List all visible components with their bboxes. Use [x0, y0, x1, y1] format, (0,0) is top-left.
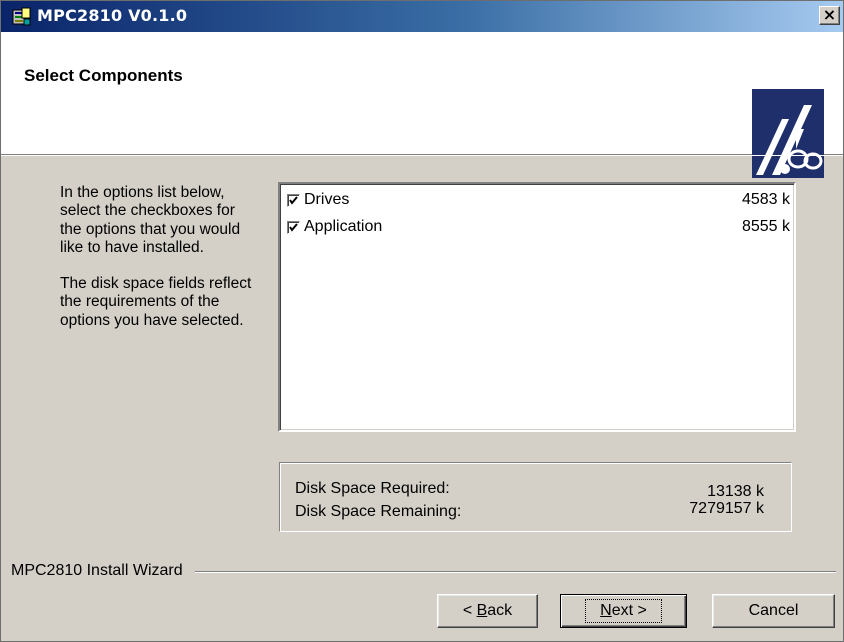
page-title: Select Components [24, 66, 183, 85]
next-button[interactable]: Next > [560, 594, 687, 628]
application-checkbox[interactable] [287, 221, 300, 234]
disk-space-required-value: 13138 k [707, 483, 764, 500]
window-title: MPC2810 V0.1.0 [37, 6, 188, 25]
components-list[interactable]: Drives 4583 k Application 8555 k [278, 182, 796, 432]
instructions: In the options list below, select the ch… [60, 184, 260, 348]
disk-space-panel: Disk Space Required: 13138 k Disk Space … [279, 462, 792, 532]
disk-space-remaining-value: 7279157 k [689, 500, 764, 517]
installer-window: MPC2810 V0.1.0 × Select Components In th… [0, 0, 844, 642]
instructions-paragraph: In the options list below, select the ch… [60, 184, 241, 256]
disk-space-required-label: Disk Space Required: [295, 480, 450, 497]
wizard-brand-label: MPC2810 Install Wizard [11, 562, 195, 580]
component-size: 8555 k [741, 218, 790, 235]
close-button[interactable]: × [819, 6, 840, 25]
instructions-paragraph: The disk space fields reflect the requir… [60, 275, 252, 329]
component-item-drives[interactable]: Drives 4583 k [287, 191, 790, 213]
title-bar[interactable]: MPC2810 V0.1.0 × [1, 1, 843, 32]
back-prefix: < [462, 602, 477, 619]
close-icon: × [822, 5, 837, 24]
component-label: Application [304, 218, 383, 235]
checkmark-icon [289, 223, 298, 232]
checkmark-icon [289, 196, 298, 205]
back-mnemonic: B [476, 602, 488, 619]
component-size: 4583 k [741, 191, 790, 208]
drives-checkbox[interactable] [287, 194, 300, 207]
header-separator [1, 155, 843, 156]
component-item-application[interactable]: Application 8555 k [287, 218, 790, 240]
component-label: Drives [304, 191, 350, 208]
back-label-rest: ack [487, 602, 513, 619]
wizard-header: Select Components [1, 32, 843, 178]
next-focus-ring: Next > [585, 599, 662, 623]
cancel-button[interactable]: Cancel [712, 594, 835, 628]
next-label-rest: ext > [611, 602, 647, 619]
disk-space-remaining-label: Disk Space Remaining: [295, 503, 462, 520]
installer-logo-icon [752, 89, 824, 178]
back-button[interactable]: < Back [437, 594, 538, 628]
installer-app-icon [12, 7, 32, 27]
next-mnemonic: N [600, 602, 612, 619]
